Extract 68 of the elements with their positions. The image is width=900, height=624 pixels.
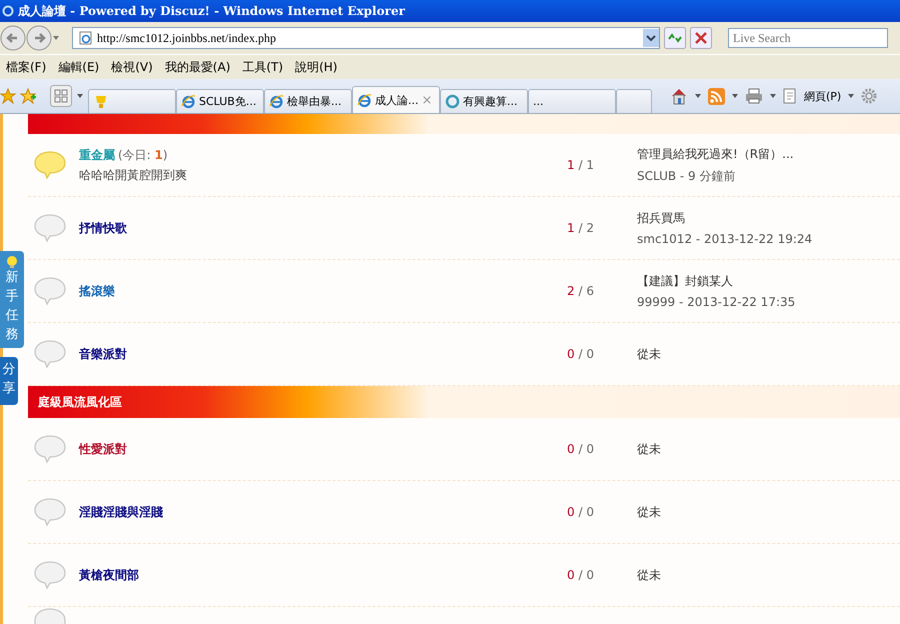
dropdown-caret-icon[interactable]	[731, 93, 739, 99]
today-count: (今日: 1)	[118, 148, 168, 162]
address-field[interactable]: http://smc1012.joinbbs.net/index.php	[72, 27, 660, 49]
thread-post-count: 1 / 1	[567, 158, 595, 172]
menu-item[interactable]: 編輯(E)	[54, 58, 104, 76]
dropdown-caret-icon[interactable]	[52, 35, 60, 41]
last-post-none: 從未	[637, 566, 661, 584]
back-button[interactable]	[0, 25, 26, 51]
browser-tab[interactable]: SCLUB免...	[176, 89, 264, 113]
last-post-info: smc1012 - 2013-12-22 19:24	[637, 232, 812, 246]
page-icon[interactable]	[783, 88, 798, 104]
thread-post-count: 0 / 0	[567, 568, 595, 582]
menu-item[interactable]: 工具(T)	[238, 58, 288, 76]
browser-tab[interactable]	[616, 89, 652, 113]
menu-item[interactable]: 我的最愛(A)	[160, 58, 234, 76]
last-post-link[interactable]: 招兵買馬	[637, 210, 812, 227]
stop-button[interactable]	[690, 27, 712, 49]
thread-post-count: 0 / 0	[567, 442, 595, 456]
forum-name-link[interactable]: 黃槍夜間部	[79, 568, 139, 582]
menu-item[interactable]: 檔案(F)	[2, 58, 50, 76]
menu-item[interactable]: 說明(H)	[291, 58, 342, 76]
menu-item[interactable]: 檢視(V)	[107, 58, 157, 76]
forum-name-link[interactable]: 性愛派對	[79, 442, 127, 456]
last-post-none: 從未	[637, 504, 661, 520]
last-post-info: 99999 - 2013-12-22 17:35	[637, 295, 796, 309]
refresh-button[interactable]	[664, 27, 686, 49]
browser-tab[interactable]: 成人論... ×	[352, 86, 440, 113]
browser-tab[interactable]: 檢舉由暴...	[264, 89, 352, 113]
last-post-none: 從未	[637, 346, 661, 362]
thread-post-count: 1 / 2	[567, 221, 595, 235]
quick-tabs-icon[interactable]	[50, 85, 72, 107]
favorites-star-icon[interactable]	[0, 88, 16, 104]
thread-post-count: 0 / 0	[567, 505, 595, 519]
side-tab[interactable]: 新手任務	[0, 251, 24, 348]
home-icon[interactable]	[670, 87, 688, 105]
dropdown-caret-icon[interactable]	[643, 29, 659, 47]
browser-tab[interactable]: ...	[528, 89, 616, 113]
forum-description: 哈哈哈開黃腔開到爽	[79, 166, 188, 184]
lightbulb-icon	[6, 255, 18, 269]
browser-tab[interactable]: 有興趣算...	[440, 89, 528, 113]
forward-button[interactable]	[26, 25, 52, 51]
last-post-info: SCLUB - 9 分鐘前	[637, 168, 737, 184]
gear-icon[interactable]	[861, 88, 878, 104]
last-post-link[interactable]: 【建議】封鎖某人	[637, 273, 796, 290]
section-header: 庭級風流風化區	[28, 386, 900, 418]
feed-icon[interactable]	[708, 88, 725, 104]
page-icon	[79, 31, 93, 45]
dropdown-caret-icon[interactable]	[847, 93, 856, 99]
thread-post-count: 0 / 0	[567, 347, 595, 361]
forum-name-link[interactable]: 淫賤淫賤與淫賤	[79, 504, 163, 518]
side-tab[interactable]: 分享	[0, 357, 18, 405]
thread-post-count: 2 / 6	[567, 284, 595, 298]
last-post-none: 從未	[637, 440, 661, 458]
forum-name-link[interactable]: 音樂派對	[79, 346, 127, 360]
dropdown-caret-icon[interactable]	[769, 93, 777, 99]
page-menu-button[interactable]: 網頁(P)	[804, 88, 842, 104]
forum-name-link[interactable]: 搖滾樂	[79, 284, 115, 298]
printer-icon[interactable]	[745, 88, 763, 104]
ring-icon	[445, 94, 460, 109]
speech-bubble-icon	[33, 607, 67, 624]
last-post-link[interactable]: 管理員給我死過來!（R留）...	[637, 146, 794, 162]
forum-name-link[interactable]: 抒情快歌	[79, 220, 127, 234]
window-title: 成人論壇 - Powered by Discuz! - Windows Internet Explorer	[18, 2, 405, 20]
search-field[interactable]: Live Search	[728, 28, 888, 48]
add-favorite-icon[interactable]	[20, 88, 36, 104]
tab-list-caret-icon[interactable]	[76, 93, 84, 99]
trophy-icon	[93, 94, 109, 109]
dropdown-caret-icon[interactable]	[694, 93, 702, 99]
